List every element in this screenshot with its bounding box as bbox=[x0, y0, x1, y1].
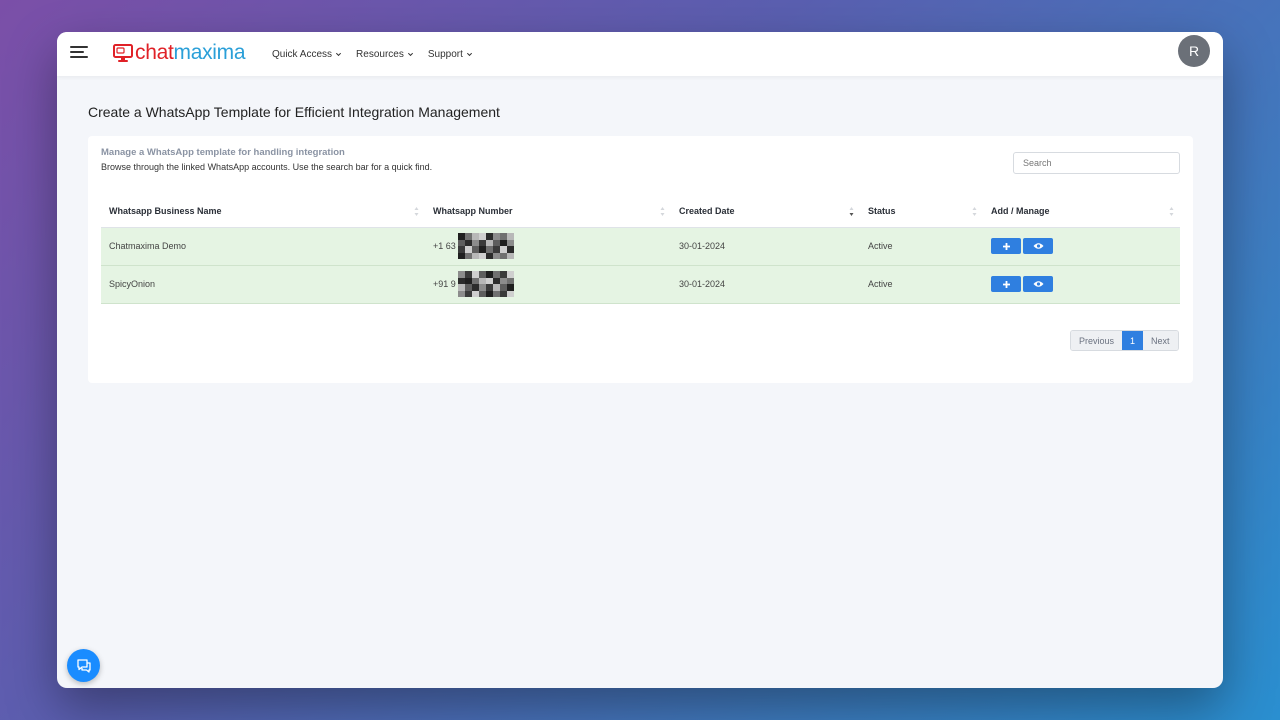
pagination: Previous 1 Next bbox=[1070, 330, 1179, 351]
pixel-block bbox=[492, 290, 500, 297]
sort-icon bbox=[1169, 207, 1174, 216]
cell-actions bbox=[983, 265, 1180, 304]
chat-widget-button[interactable] bbox=[67, 649, 100, 682]
pixel-block bbox=[478, 290, 486, 297]
add-template-button[interactable] bbox=[991, 276, 1021, 292]
sort-icon bbox=[660, 207, 665, 216]
chat-bubble-icon bbox=[76, 659, 91, 673]
plus-icon bbox=[1002, 242, 1010, 250]
column-header-status[interactable]: Status bbox=[860, 196, 983, 228]
eye-icon bbox=[1033, 243, 1043, 249]
phone-number-prefix: +1 63 bbox=[433, 241, 456, 251]
whatsapp-accounts-card: Manage a WhatsApp template for handling … bbox=[88, 136, 1193, 383]
eye-icon bbox=[1033, 281, 1043, 287]
pixel-block bbox=[499, 252, 507, 259]
cell-status: Active bbox=[860, 227, 983, 266]
redacted-pixelation bbox=[457, 271, 514, 297]
page-title: Create a WhatsApp Template for Efficient… bbox=[88, 104, 500, 120]
pixel-block bbox=[457, 290, 465, 297]
nav-quick-access[interactable]: Quick Access bbox=[272, 49, 342, 60]
pixel-block bbox=[492, 252, 500, 259]
phone-number: +91 9 bbox=[433, 271, 671, 297]
view-templates-button[interactable] bbox=[1023, 276, 1053, 292]
sort-desc-icon bbox=[849, 207, 854, 216]
column-header-label: Add / Manage bbox=[991, 206, 1050, 217]
nav-quick-access-label: Quick Access bbox=[272, 48, 333, 60]
pixel-block bbox=[506, 252, 514, 259]
column-header-created-date[interactable]: Created Date bbox=[671, 196, 860, 228]
add-template-button[interactable] bbox=[991, 238, 1021, 254]
search-input[interactable] bbox=[1013, 152, 1180, 174]
column-header-add-manage[interactable]: Add / Manage bbox=[983, 196, 1180, 228]
pagination-page-1[interactable]: 1 bbox=[1122, 331, 1144, 350]
redacted-pixelation bbox=[457, 233, 514, 259]
app-window: chatmaxima Quick Access Resources Suppor… bbox=[57, 32, 1223, 688]
cell-created-date: 30-01-2024 bbox=[671, 265, 860, 304]
pixel-block bbox=[464, 252, 472, 259]
column-header-label: Whatsapp Business Name bbox=[109, 206, 222, 217]
column-header-label: Created Date bbox=[679, 206, 735, 217]
top-navbar: chatmaxima Quick Access Resources Suppor… bbox=[57, 32, 1223, 76]
logo-text-maxima: maxima bbox=[173, 41, 246, 64]
pixel-block bbox=[478, 252, 486, 259]
plus-icon bbox=[1002, 280, 1010, 288]
pixel-block bbox=[506, 290, 514, 297]
nav-support[interactable]: Support bbox=[428, 49, 473, 60]
chevron-down-icon bbox=[335, 52, 342, 56]
column-header-business-name[interactable]: Whatsapp Business Name bbox=[101, 196, 425, 228]
sort-icon bbox=[414, 207, 419, 216]
column-header-label: Status bbox=[868, 206, 896, 217]
table-row: Chatmaxima Demo +1 63 30-01-2024 Active bbox=[101, 227, 1180, 266]
whatsapp-accounts-table: Whatsapp Business Name Whatsapp Number C… bbox=[101, 196, 1180, 304]
card-subtitle: Manage a WhatsApp template for handling … bbox=[101, 147, 345, 158]
nav-support-label: Support bbox=[427, 48, 463, 60]
sort-icon bbox=[972, 207, 977, 216]
chevron-down-icon bbox=[466, 52, 472, 56]
table-row: SpicyOnion +91 9 30-01-2024 Active bbox=[101, 265, 1180, 304]
table-header-row: Whatsapp Business Name Whatsapp Number C… bbox=[101, 196, 1180, 228]
cell-whatsapp-number: +91 9 bbox=[425, 265, 671, 304]
chatmaxima-logo[interactable]: chatmaxima bbox=[113, 41, 246, 65]
pixel-block bbox=[471, 252, 479, 259]
pixel-block bbox=[485, 252, 493, 259]
column-header-number[interactable]: Whatsapp Number bbox=[425, 196, 671, 228]
pixel-block bbox=[485, 290, 493, 297]
cell-business-name: SpicyOnion bbox=[101, 265, 425, 304]
cell-actions bbox=[983, 227, 1180, 266]
nav-resources[interactable]: Resources bbox=[356, 49, 414, 60]
column-header-label: Whatsapp Number bbox=[433, 206, 513, 217]
cell-created-date: 30-01-2024 bbox=[671, 227, 860, 266]
pixel-block bbox=[471, 290, 479, 297]
pagination-previous-button[interactable]: Previous bbox=[1071, 331, 1123, 350]
pixel-block bbox=[464, 290, 472, 297]
cell-whatsapp-number: +1 63 bbox=[425, 227, 671, 266]
card-description: Browse through the linked WhatsApp accou… bbox=[101, 162, 433, 172]
cell-status: Active bbox=[860, 265, 983, 304]
logo-text: chatmaxima bbox=[135, 41, 246, 65]
logo-monitor-icon bbox=[113, 44, 133, 62]
view-templates-button[interactable] bbox=[1023, 238, 1053, 254]
hamburger-menu-icon[interactable] bbox=[70, 46, 88, 60]
pixel-block bbox=[457, 252, 465, 259]
pagination-next-button[interactable]: Next bbox=[1143, 331, 1178, 350]
phone-number: +1 63 bbox=[433, 233, 671, 259]
user-avatar[interactable]: R bbox=[1178, 35, 1210, 67]
main-nav: Quick Access Resources Support bbox=[272, 32, 487, 76]
nav-resources-label: Resources bbox=[356, 48, 404, 60]
cell-business-name: Chatmaxima Demo bbox=[101, 227, 425, 266]
chevron-down-icon bbox=[407, 52, 413, 56]
logo-text-chat: chat bbox=[135, 41, 174, 64]
pixel-block bbox=[499, 290, 507, 297]
phone-number-prefix: +91 9 bbox=[433, 279, 456, 289]
